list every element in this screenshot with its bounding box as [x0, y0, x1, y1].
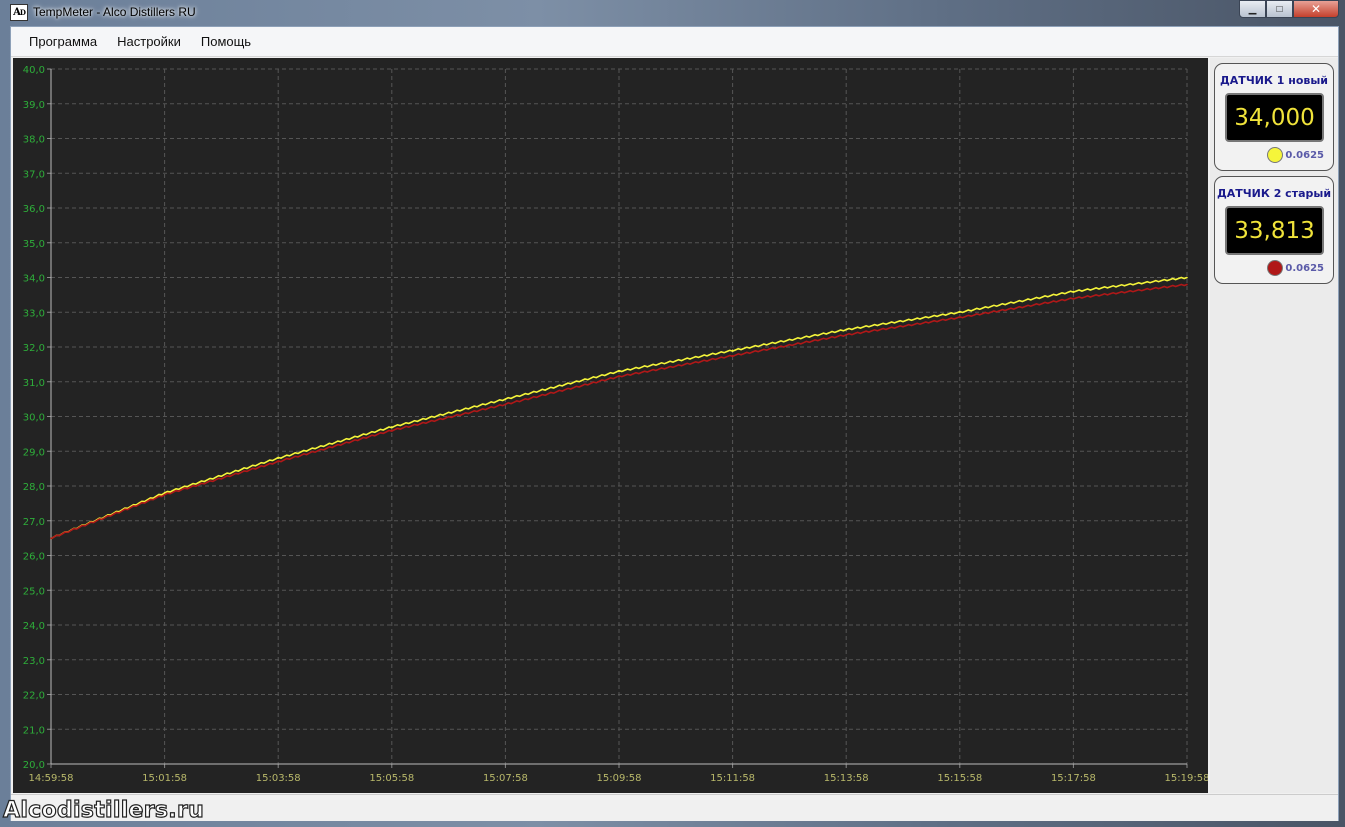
x-tick-label: 15:01:58: [142, 773, 187, 784]
x-tick-label: 15:19:58: [1165, 773, 1208, 784]
series-1-point: [391, 426, 393, 428]
y-tick-label: 26,0: [23, 552, 45, 563]
minimize-button[interactable]: ▁: [1239, 0, 1266, 18]
main-window: Программа Настройки Помощь 20,0 21,0 22,0 2…: [10, 26, 1339, 821]
sensor-1-value: 34,000: [1225, 93, 1324, 142]
series-1-point: [504, 398, 507, 400]
maximize-button[interactable]: □: [1266, 0, 1293, 18]
series-2-point: [50, 537, 52, 539]
series-1-point: [1072, 290, 1075, 293]
series-1-point: [277, 457, 280, 460]
series-2-point: [959, 316, 961, 319]
chart-svg: 20,0 21,0 22,0 23,0 24,0 25,0 26,0 27,0 28,0 29,0…: [23, 65, 1210, 784]
x-tick-label: 15:11:58: [710, 773, 755, 784]
series-2-point: [618, 375, 620, 378]
y-tick-label: 25,0: [23, 586, 45, 597]
sensor-card-1: ДАТЧИК 1 новый 34,000 0.0625: [1214, 63, 1334, 171]
y-tick-label: 37,0: [23, 169, 45, 180]
menu-help[interactable]: Помощь: [191, 31, 261, 52]
sensor-2-resolution: 0.0625: [1285, 263, 1324, 274]
menubar: Программа Настройки Помощь: [11, 27, 1338, 57]
y-tick-label: 31,0: [23, 378, 45, 389]
sensor-1-title: ДАТЧИК 1 новый: [1220, 74, 1328, 87]
series-1-point: [959, 311, 961, 314]
series-2-point: [1072, 297, 1075, 300]
x-tick-label: 15:09:58: [597, 773, 642, 784]
series-2-point: [504, 403, 507, 406]
y-tick-label: 22,0: [23, 691, 45, 702]
series-2-point: [277, 460, 280, 463]
series-2-point: [1186, 283, 1188, 286]
x-tick-label: 15:07:58: [483, 773, 528, 784]
sensor-1-color-indicator[interactable]: [1267, 147, 1283, 163]
sensor-panel: ДАТЧИК 1 новый 34,000 0.0625 ДАТЧИК 2 ст…: [1210, 58, 1338, 793]
series-2-point: [163, 493, 166, 496]
window-titlebar: AD TempMeter - Alco Distillers RU ▁ □ ✕: [0, 0, 1345, 26]
menu-settings[interactable]: Настройки: [107, 31, 191, 52]
series-2-point: [845, 334, 847, 336]
x-tick-label: 15:13:58: [824, 773, 869, 784]
sensor-2-title: ДАТЧИК 2 старый: [1216, 187, 1332, 200]
y-tick-label: 36,0: [23, 204, 45, 215]
y-tick-label: 32,0: [23, 343, 45, 354]
series-2-point: [731, 354, 734, 357]
watermark-text: Alcodistillers.ru: [2, 797, 205, 823]
y-tick-label: 23,0: [23, 656, 45, 667]
sensor-card-2: ДАТЧИК 2 старый 33,813 0.0625: [1214, 176, 1334, 284]
series-1-point: [1186, 276, 1188, 279]
y-tick-label: 29,0: [23, 447, 45, 458]
x-tick-label: 15:15:58: [937, 773, 982, 784]
series-1-point: [731, 349, 734, 352]
series-2-point: [391, 429, 393, 432]
x-tick-label: 15:03:58: [256, 773, 301, 784]
app-icon: AD: [10, 4, 28, 21]
y-tick-label: 35,0: [23, 239, 45, 250]
sensor-2-value: 33,813: [1225, 206, 1324, 255]
close-button[interactable]: ✕: [1293, 0, 1339, 18]
x-tick-label: 14:59:58: [29, 773, 74, 784]
y-tick-label: 34,0: [23, 274, 45, 285]
y-tick-label: 39,0: [23, 100, 45, 111]
menu-program[interactable]: Программа: [19, 31, 107, 52]
window-title: TempMeter - Alco Distillers RU: [33, 5, 196, 19]
y-tick-label: 20,0: [23, 760, 45, 771]
sensor-2-color-indicator[interactable]: [1267, 260, 1283, 276]
window-controls: ▁ □ ✕: [1239, 0, 1339, 18]
x-tick-label: 15:05:58: [369, 773, 414, 784]
y-tick-label: 30,0: [23, 413, 45, 424]
y-tick-label: 28,0: [23, 482, 45, 493]
y-tick-label: 38,0: [23, 135, 45, 146]
statusbar: [11, 794, 1338, 821]
series-1-point: [845, 328, 847, 331]
series-1-point: [618, 370, 620, 373]
y-tick-label: 24,0: [23, 621, 45, 632]
y-tick-label: 27,0: [23, 517, 45, 528]
sensor-1-resolution: 0.0625: [1285, 150, 1324, 161]
y-tick-label: 21,0: [23, 725, 45, 736]
temperature-chart: 20,0 21,0 22,0 23,0 24,0 25,0 26,0 27,0 28,0 29,0…: [13, 58, 1210, 793]
x-tick-label: 15:17:58: [1051, 773, 1096, 784]
y-tick-label: 40,0: [23, 65, 45, 76]
y-tick-label: 33,0: [23, 308, 45, 319]
